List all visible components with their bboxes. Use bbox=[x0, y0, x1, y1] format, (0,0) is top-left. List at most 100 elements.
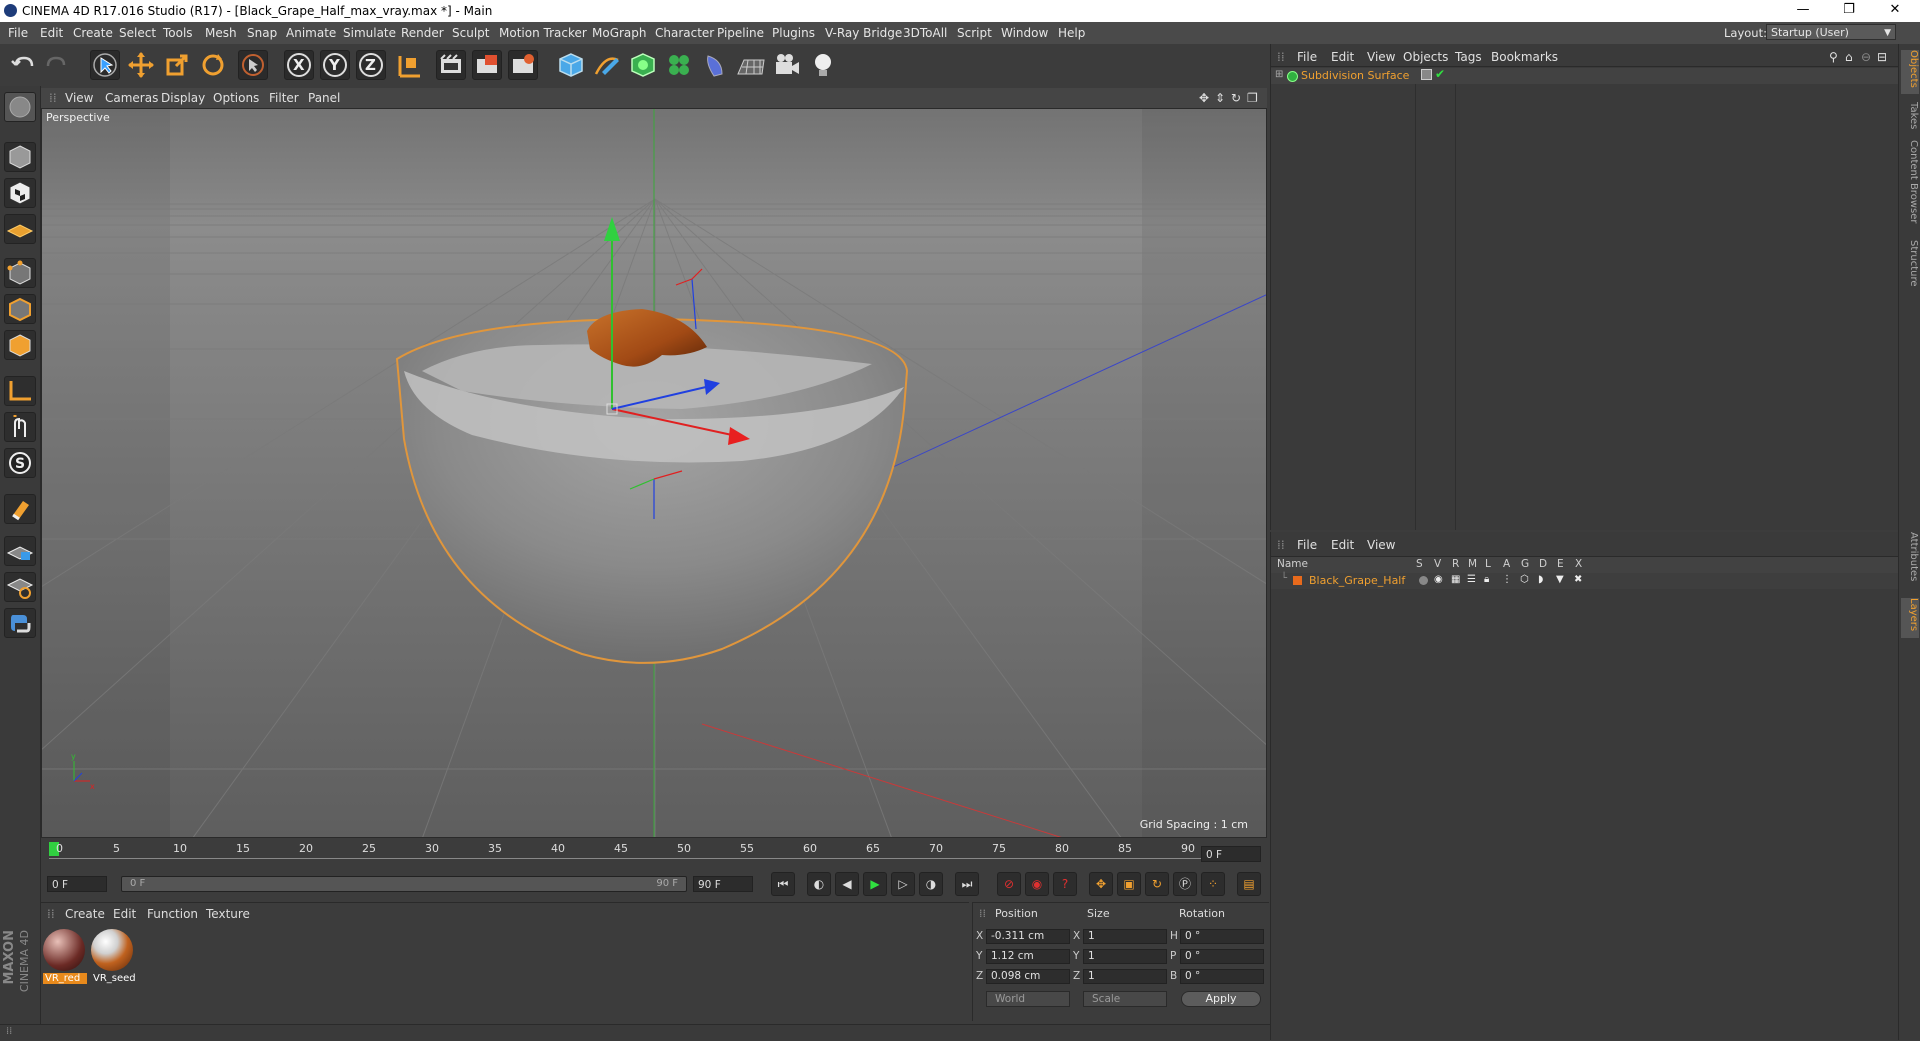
size-z-field[interactable]: 1 bbox=[1083, 969, 1167, 984]
object-name[interactable]: Subdivision Surface bbox=[1301, 69, 1409, 82]
generator-icon[interactable]: ⬡ bbox=[1520, 574, 1529, 585]
autokey-button[interactable]: ◉ bbox=[1025, 872, 1049, 896]
column-generators[interactable]: G bbox=[1521, 558, 1529, 570]
subdivision-button[interactable] bbox=[628, 50, 658, 80]
locked-workplane-button[interactable] bbox=[4, 536, 36, 566]
objects-menu-file[interactable]: File bbox=[1297, 50, 1317, 64]
undo-button[interactable] bbox=[8, 50, 38, 80]
layout-select[interactable]: Startup (User) ▼ bbox=[1766, 24, 1896, 40]
position-y-field[interactable]: 1.12 cm bbox=[986, 949, 1070, 964]
timeline-window-button[interactable]: ▤ bbox=[1237, 872, 1261, 896]
object-row[interactable]: ⊞ Subdivision Surface ✔ bbox=[1271, 67, 1899, 84]
menu-character[interactable]: Character bbox=[655, 26, 714, 40]
menu-simulate[interactable]: Simulate bbox=[343, 26, 396, 40]
light-button[interactable] bbox=[808, 50, 838, 80]
material-swatch[interactable]: VR_seed bbox=[91, 929, 135, 987]
menu-file[interactable]: File bbox=[8, 26, 28, 40]
viewport-move-icon[interactable]: ✥ bbox=[1199, 91, 1209, 105]
menu-tools[interactable]: Tools bbox=[163, 26, 193, 40]
tab-attributes[interactable]: Attributes bbox=[1901, 532, 1919, 592]
layer-color-swatch[interactable] bbox=[1293, 576, 1302, 585]
python-button[interactable] bbox=[4, 608, 36, 638]
layer-row[interactable]: └ Black_Grape_Half ◉ ▦ ☰ 🔒︎ ⋮ ⬡ ◗ ▼ ✖ bbox=[1271, 573, 1899, 589]
camera-button[interactable] bbox=[772, 50, 802, 80]
tab-takes[interactable]: Takes bbox=[1901, 102, 1919, 132]
menu-animate[interactable]: Animate bbox=[286, 26, 336, 40]
column-solo[interactable]: S bbox=[1416, 558, 1423, 570]
perspective-viewport[interactable]: y x Perspective Grid Spacing : 1 cm bbox=[41, 108, 1267, 838]
viewport-menu-options[interactable]: Options bbox=[213, 91, 259, 105]
column-name[interactable]: Name bbox=[1277, 558, 1308, 570]
enable-snap-button[interactable] bbox=[4, 494, 36, 524]
close-button[interactable]: ✕ bbox=[1872, 2, 1918, 17]
workplane-mode-button[interactable] bbox=[4, 214, 36, 244]
scale-button[interactable] bbox=[162, 50, 192, 80]
floor-button[interactable] bbox=[736, 50, 766, 80]
column-locked[interactable]: L bbox=[1485, 558, 1491, 570]
material-menu-texture[interactable]: Texture bbox=[206, 907, 250, 921]
menu-script[interactable]: Script bbox=[957, 26, 992, 40]
panel-menu-icon[interactable]: ⊟ bbox=[1877, 50, 1887, 64]
viewport-menu-view[interactable]: View bbox=[65, 91, 93, 105]
minimize-button[interactable]: — bbox=[1780, 2, 1826, 17]
key-rotation-button[interactable]: ↻ bbox=[1145, 872, 1169, 896]
keyframe-selection-button[interactable]: ? bbox=[1053, 872, 1077, 896]
menu-render[interactable]: Render bbox=[401, 26, 444, 40]
lock-icon[interactable]: 🔒︎ bbox=[1484, 574, 1489, 585]
viewport-zoom-icon[interactable]: ⇕ bbox=[1215, 91, 1225, 105]
size-mode-select[interactable]: Scale bbox=[1083, 991, 1167, 1007]
y-axis-button[interactable]: Y bbox=[320, 50, 350, 80]
frame-range-slider[interactable]: 0 F 90 F bbox=[121, 876, 687, 892]
render-view-button[interactable] bbox=[436, 50, 466, 80]
view-eye-icon[interactable]: ◉ bbox=[1434, 574, 1443, 585]
move-button[interactable] bbox=[126, 50, 156, 80]
search-icon[interactable]: ⚲ bbox=[1829, 50, 1838, 64]
visibility-toggle-icon[interactable] bbox=[1421, 69, 1432, 80]
viewport-maximize-icon[interactable]: ❐ bbox=[1247, 91, 1258, 105]
size-x-field[interactable]: 1 bbox=[1083, 929, 1167, 944]
apply-button[interactable]: Apply bbox=[1181, 991, 1261, 1007]
menu-mograph[interactable]: MoGraph bbox=[592, 26, 647, 40]
tweak-mode-button[interactable] bbox=[4, 412, 36, 442]
menu-edit[interactable]: Edit bbox=[40, 26, 63, 40]
recent-tool-button[interactable] bbox=[238, 50, 268, 80]
axis-mode-button[interactable] bbox=[4, 376, 36, 406]
layers-menu-file[interactable]: File bbox=[1297, 538, 1317, 552]
tab-layers[interactable]: Layers bbox=[1901, 598, 1919, 638]
home-icon[interactable]: ⌂ bbox=[1845, 50, 1853, 64]
menu-sculpt[interactable]: Sculpt bbox=[452, 26, 489, 40]
live-selection-button[interactable] bbox=[90, 50, 120, 80]
layer-name[interactable]: Black_Grape_Half bbox=[1309, 574, 1405, 587]
menu-create[interactable]: Create bbox=[73, 26, 113, 40]
goto-end-button[interactable]: ⏭ bbox=[955, 872, 979, 896]
expression-icon[interactable]: ▼ bbox=[1556, 574, 1564, 585]
material-menu-function[interactable]: Function bbox=[147, 907, 198, 921]
next-frame-button[interactable]: ▷ bbox=[891, 872, 915, 896]
edit-render-settings-button[interactable] bbox=[508, 50, 538, 80]
deformer-icon[interactable]: ◗ bbox=[1538, 574, 1543, 585]
current-frame-field[interactable]: 0 F bbox=[1201, 846, 1261, 862]
tab-content-browser[interactable]: Content Browser bbox=[1901, 140, 1919, 232]
timeline-ruler[interactable]: 0 5 10 15 20 25 30 35 40 45 50 55 60 65 … bbox=[41, 840, 1267, 866]
objects-menu-bookmarks[interactable]: Bookmarks bbox=[1491, 50, 1558, 64]
rotate-button[interactable] bbox=[198, 50, 228, 80]
cloner-button[interactable] bbox=[664, 50, 694, 80]
column-view[interactable]: V bbox=[1434, 558, 1441, 570]
solo-toggle-icon[interactable] bbox=[1419, 576, 1428, 585]
material-menu-create[interactable]: Create bbox=[65, 907, 105, 921]
menu-help[interactable]: Help bbox=[1058, 26, 1085, 40]
expand-icon[interactable]: ⊞ bbox=[1275, 69, 1283, 80]
polygons-mode-button[interactable] bbox=[4, 330, 36, 360]
objects-menu-edit[interactable]: Edit bbox=[1331, 50, 1354, 64]
edges-mode-button[interactable] bbox=[4, 294, 36, 324]
animation-icon[interactable]: ⋮ bbox=[1502, 574, 1512, 585]
menu-motion-tracker[interactable]: Motion Tracker bbox=[499, 26, 587, 40]
end-frame-field[interactable]: 90 F bbox=[693, 876, 753, 892]
tab-objects[interactable]: Objects bbox=[1901, 50, 1919, 94]
viewport-rotate-icon[interactable]: ↻ bbox=[1231, 91, 1241, 105]
objects-menu-tags[interactable]: Tags bbox=[1455, 50, 1482, 64]
planar-workplane-button[interactable] bbox=[4, 572, 36, 602]
model-mode-button[interactable] bbox=[4, 142, 36, 172]
column-render[interactable]: R bbox=[1452, 558, 1459, 570]
viewport-menu-cameras[interactable]: Cameras bbox=[105, 91, 158, 105]
